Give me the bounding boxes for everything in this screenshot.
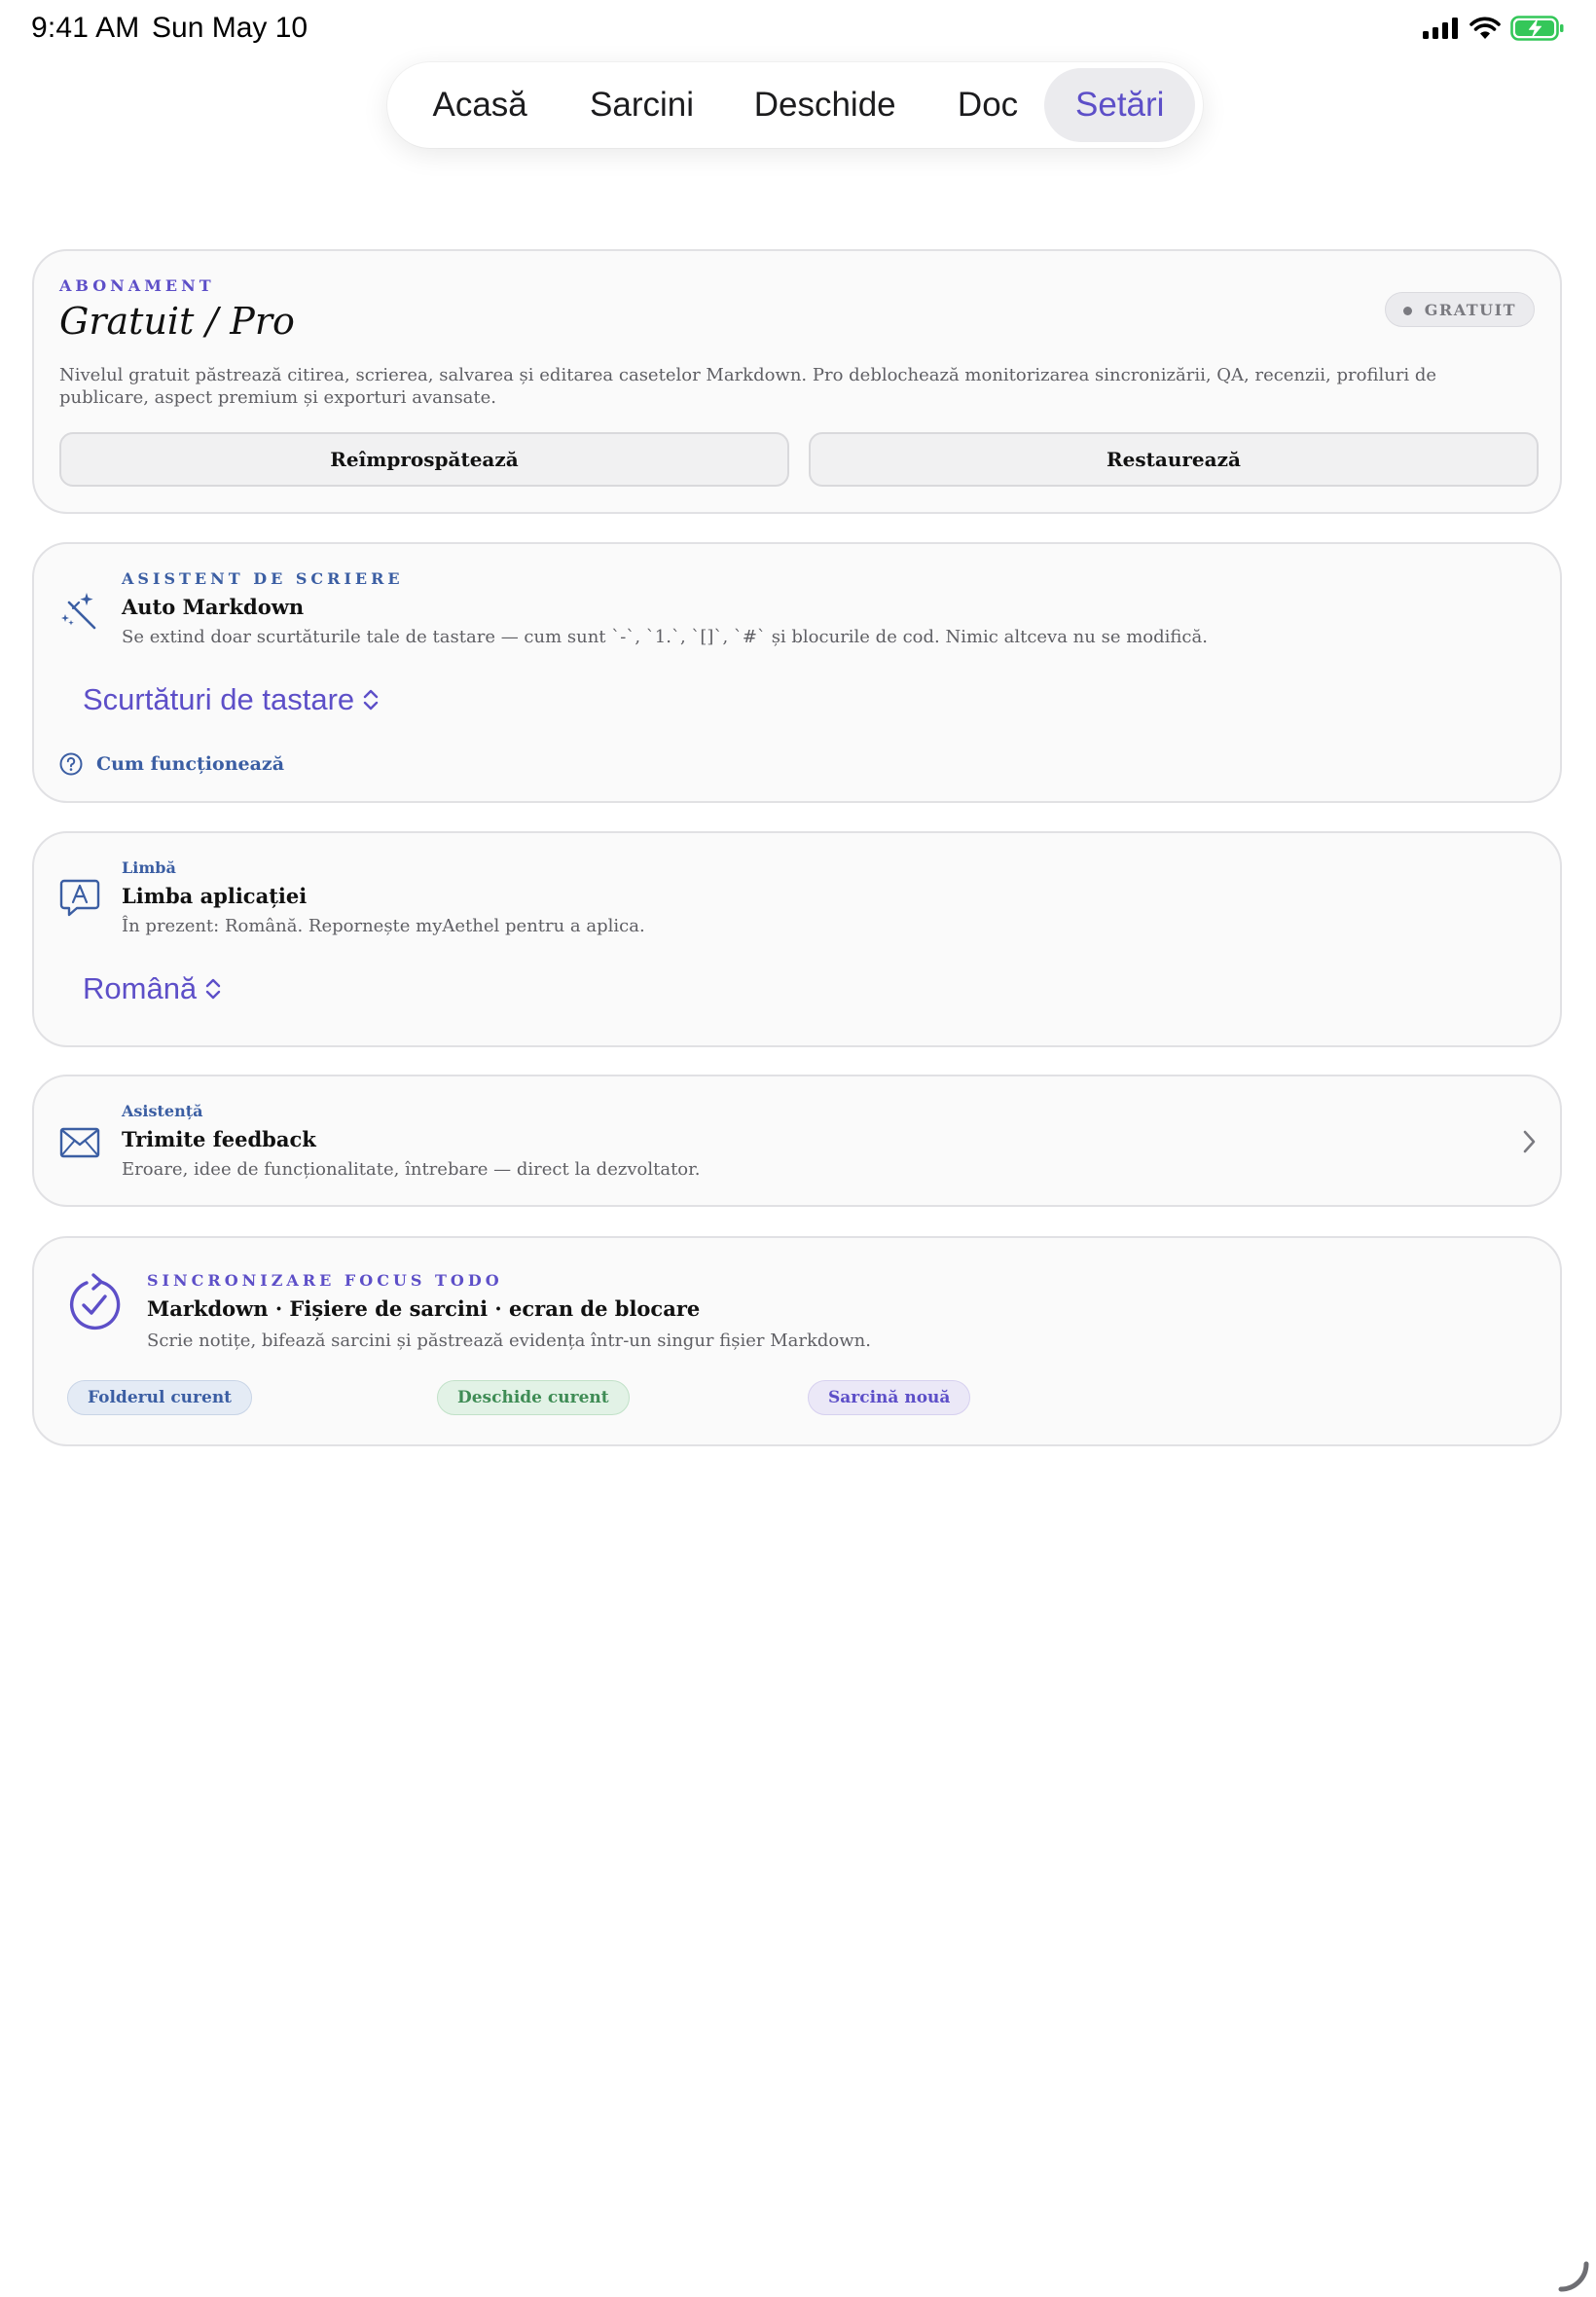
language-description: În prezent: Română. Repornește myAethel … [122, 916, 645, 936]
subscription-card: ABONAMENT Gratuit / Pro GRATUIT Nivelul … [32, 249, 1562, 514]
question-circle-icon [59, 752, 83, 776]
language-card: Limbă Limba aplicației În prezent: Român… [32, 831, 1562, 1047]
language-picker-value: Română [83, 971, 198, 1005]
support-eyebrow: Asistență [122, 1102, 203, 1120]
magic-wand-icon [61, 593, 96, 630]
writing-assistant-eyebrow: ASISTENT DE SCRIERE [122, 569, 404, 588]
chevron-up-down-icon [205, 978, 221, 1000]
writing-assistant-description: Se extind doar scurtăturile tale de tast… [122, 627, 1208, 647]
shortcut-mode-picker[interactable]: Scurtături de tastare [83, 682, 380, 717]
language-bubble-icon [59, 879, 100, 917]
chevron-right-icon [1523, 1130, 1536, 1153]
envelope-icon [59, 1127, 100, 1158]
writing-assistant-card: ASISTENT DE SCRIERE Auto Markdown Se ext… [32, 542, 1562, 803]
new-task-chip[interactable]: Sarcină nouă [808, 1380, 971, 1415]
shortcut-mode-value: Scurtături de tastare [83, 682, 355, 716]
writing-assistant-title: Auto Markdown [122, 595, 305, 619]
focus-sync-title: Markdown · Fișiere de sarcini · ecran de… [147, 1296, 701, 1321]
how-it-works-link[interactable]: Cum funcționează [59, 752, 284, 776]
how-it-works-label: Cum funcționează [96, 753, 285, 775]
status-icons [1423, 16, 1565, 41]
feedback-row[interactable]: Asistență Trimite feedback Eroare, idee … [32, 1075, 1562, 1207]
tab-bar: Acasă Sarcini Deschide Doc Setări [387, 62, 1203, 148]
resize-corner-icon [1558, 2261, 1589, 2292]
refresh-button[interactable]: Reîmprospătează [59, 432, 789, 487]
plan-badge-label: GRATUIT [1424, 300, 1516, 319]
status-date: Sun May 10 [152, 12, 308, 44]
focus-sync-card: SINCRONIZARE FOCUS TODO Markdown · Fișie… [32, 1236, 1562, 1446]
subscription-eyebrow: ABONAMENT [59, 276, 215, 295]
tab-setari[interactable]: Setări [1044, 68, 1195, 142]
language-picker[interactable]: Română [83, 971, 222, 1006]
subscription-title: Gratuit / Pro [59, 300, 295, 343]
tab-deschide[interactable]: Deschide [719, 68, 931, 142]
focus-sync-eyebrow: SINCRONIZARE FOCUS TODO [147, 1271, 503, 1290]
battery-charging-icon [1510, 16, 1564, 41]
wifi-icon [1469, 17, 1501, 39]
tab-sarcini[interactable]: Sarcini [564, 68, 718, 142]
tab-doc[interactable]: Doc [931, 68, 1045, 142]
language-title: Limba aplicației [122, 884, 308, 908]
open-current-chip[interactable]: Deschide curent [437, 1380, 630, 1415]
focus-sync-description: Scrie notițe, bifează sarcini și păstrea… [147, 1331, 871, 1351]
tab-acasa[interactable]: Acasă [395, 68, 564, 142]
sync-check-icon [69, 1273, 121, 1331]
support-description: Eroare, idee de funcționalitate, întreba… [122, 1159, 701, 1180]
plan-badge: GRATUIT [1384, 292, 1535, 327]
cellular-signal-icon [1423, 18, 1458, 39]
chevron-up-down-icon [363, 689, 379, 711]
badge-dot-icon [1402, 307, 1412, 315]
status-bar: 9:41 AM Sun May 10 [0, 0, 1596, 62]
restore-button[interactable]: Restaurează [809, 432, 1539, 487]
language-eyebrow: Limbă [122, 858, 176, 877]
subscription-description: Nivelul gratuit păstrează citirea, scrie… [59, 365, 1437, 408]
support-title: Trimite feedback [122, 1127, 316, 1151]
status-time: 9:41 AM [31, 12, 140, 44]
current-folder-chip[interactable]: Folderul curent [67, 1380, 253, 1415]
